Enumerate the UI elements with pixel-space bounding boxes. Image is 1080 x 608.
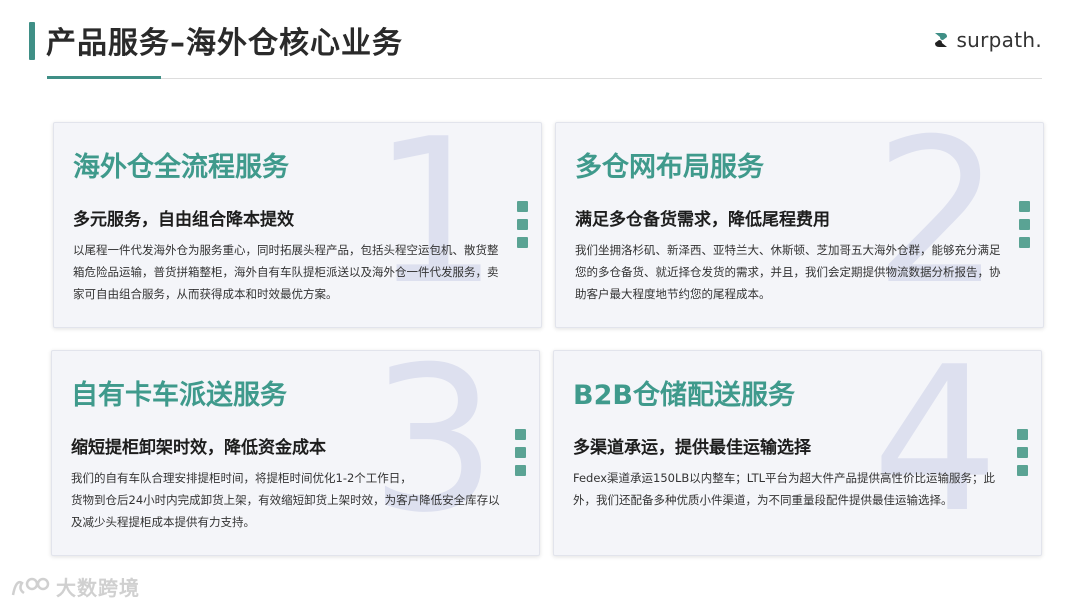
surpath-logo: surpath.: [932, 28, 1042, 52]
service-card-1: 1 海外仓全流程服务 多元服务，自由组合降本提效 以尾程一件代发海外仓为服务重心…: [53, 122, 542, 328]
card-dots-decoration: [517, 201, 528, 255]
card-subtitle: 多渠道承运，提供最佳运输选择: [573, 438, 811, 458]
card-dots-decoration: [1019, 201, 1030, 255]
card-title: 自有卡车派送服务: [71, 380, 287, 411]
card-body-paragraph: 我们的自有车队合理安排提柜时间，将提柜时间优化1-2个工作日，: [71, 471, 412, 485]
page-title: 产品服务–海外仓核心业务: [46, 26, 403, 61]
card-number: 4: [871, 350, 999, 556]
watermark-logo-icon: [11, 577, 50, 595]
card-subtitle: 满足多仓备货需求，降低尾程费用: [575, 210, 830, 230]
service-card-3: 3 自有卡车派送服务 缩短提柜卸架时效，降低资金成本 我们的自有车队合理安排提柜…: [51, 350, 540, 556]
card-body: 我们的自有车队合理安排提柜时间，将提柜时间优化1-2个工作日， 货物到仓后24小…: [71, 467, 503, 533]
surpath-logo-icon: [935, 33, 948, 47]
header-divider-accent: [47, 76, 161, 79]
card-subtitle: 缩短提柜卸架时效，降低资金成本: [71, 438, 326, 458]
header-divider: [47, 78, 1042, 79]
service-card-4: 4 B2B仓储配送服务 多渠道承运，提供最佳运输选择 Fedex渠道承运150L…: [553, 350, 1042, 556]
card-dots-decoration: [1017, 429, 1028, 483]
card-body: 以尾程一件代发海外仓为服务重心，同时拓展头程产品，包括头程空运包机、散货整箱危险…: [73, 239, 505, 305]
card-dots-decoration: [515, 429, 526, 483]
logo-text: surpath.: [956, 28, 1042, 52]
service-card-2: 2 多仓网布局服务 满足多仓备货需求，降低尾程费用 我们坐拥洛杉矶、新泽西、亚特…: [555, 122, 1044, 328]
card-title: 多仓网布局服务: [575, 152, 764, 183]
card-subtitle: 多元服务，自由组合降本提效: [73, 210, 294, 230]
card-title: 海外仓全流程服务: [73, 152, 289, 183]
card-body-paragraph: Fedex渠道承运150LB以内整车；LTL平台为超大件产品提供高性价比运输服务…: [573, 471, 996, 507]
card-body-paragraph: 我们坐拥洛杉矶、新泽西、亚特兰大、休斯顿、芝加哥五大海外仓群，能够充分满足您的多…: [575, 243, 1001, 301]
card-body-paragraph: 以尾程一件代发海外仓为服务重心，同时拓展头程产品，包括头程空运包机、散货整箱危险…: [73, 243, 499, 301]
card-body: Fedex渠道承运150LB以内整车；LTL平台为超大件产品提供高性价比运输服务…: [573, 467, 1005, 511]
card-title: B2B仓储配送服务: [573, 380, 795, 411]
card-body-paragraph: 货物到仓后24小时内完成卸货上架，有效缩短卸货上架时效，为客户降低安全库存以及减…: [71, 493, 500, 529]
watermark-text: 大数跨境: [56, 576, 140, 600]
watermark: 大数跨境: [10, 572, 140, 601]
title-accent-bar: [29, 22, 35, 60]
card-body: 我们坐拥洛杉矶、新泽西、亚特兰大、休斯顿、芝加哥五大海外仓群，能够充分满足您的多…: [575, 239, 1007, 305]
